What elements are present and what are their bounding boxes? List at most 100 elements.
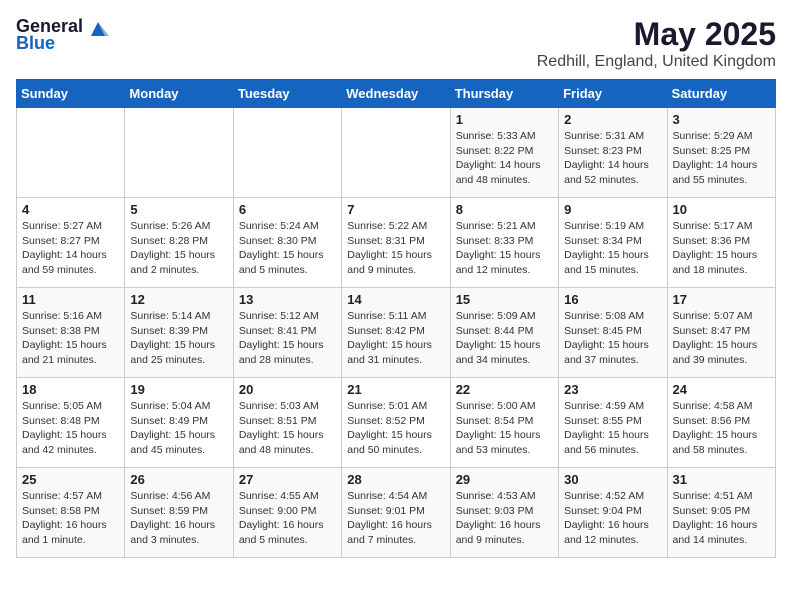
day-info: Sunrise: 5:01 AM Sunset: 8:52 PM Dayligh…	[347, 399, 444, 458]
header-sunday: Sunday	[17, 80, 125, 108]
day-info: Sunrise: 5:29 AM Sunset: 8:25 PM Dayligh…	[673, 129, 770, 188]
calendar-cell: 16 Sunrise: 5:08 AM Sunset: 8:45 PM Dayli…	[559, 288, 667, 378]
calendar-cell: 6 Sunrise: 5:24 AM Sunset: 8:30 PM Daylig…	[233, 198, 341, 288]
calendar-table: SundayMondayTuesdayWednesdayThursdayFrid…	[16, 79, 776, 558]
day-number: 25	[22, 472, 119, 487]
calendar-cell	[17, 108, 125, 198]
header-monday: Monday	[125, 80, 233, 108]
day-info: Sunrise: 4:54 AM Sunset: 9:01 PM Dayligh…	[347, 489, 444, 548]
day-info: Sunrise: 5:21 AM Sunset: 8:33 PM Dayligh…	[456, 219, 553, 278]
day-info: Sunrise: 5:26 AM Sunset: 8:28 PM Dayligh…	[130, 219, 227, 278]
logo-blue-text: Blue	[16, 33, 55, 54]
calendar-cell: 2Sunrise: 5:31 AM Sunset: 8:23 PM Daylig…	[559, 108, 667, 198]
day-number: 3	[673, 112, 770, 127]
calendar-cell: 21Sunrise: 5:01 AM Sunset: 8:52 PM Dayli…	[342, 378, 450, 468]
day-number: 19	[130, 382, 227, 397]
calendar-cell: 7 Sunrise: 5:22 AM Sunset: 8:31 PM Daylig…	[342, 198, 450, 288]
calendar-cell: 4 Sunrise: 5:27 AM Sunset: 8:27 PM Daylig…	[17, 198, 125, 288]
day-info: Sunrise: 4:57 AM Sunset: 8:58 PM Dayligh…	[22, 489, 119, 548]
page-header: General Blue May 2025 Redhill, England, …	[16, 16, 776, 71]
calendar-cell	[125, 108, 233, 198]
day-number: 26	[130, 472, 227, 487]
calendar-cell: 22Sunrise: 5:00 AM Sunset: 8:54 PM Dayli…	[450, 378, 558, 468]
week-row-4: 18 Sunrise: 5:05 AM Sunset: 8:48 PM Dayli…	[17, 378, 776, 468]
calendar-cell: 27 Sunrise: 4:55 AM Sunset: 9:00 PM Dayli…	[233, 468, 341, 558]
week-row-2: 4 Sunrise: 5:27 AM Sunset: 8:27 PM Daylig…	[17, 198, 776, 288]
day-info: Sunrise: 4:53 AM Sunset: 9:03 PM Dayligh…	[456, 489, 553, 548]
week-row-5: 25 Sunrise: 4:57 AM Sunset: 8:58 PM Dayli…	[17, 468, 776, 558]
calendar-cell: 24 Sunrise: 4:58 AM Sunset: 8:56 PM Dayli…	[667, 378, 775, 468]
day-info: Sunrise: 5:03 AM Sunset: 8:51 PM Dayligh…	[239, 399, 336, 458]
day-info: Sunrise: 5:04 AM Sunset: 8:49 PM Dayligh…	[130, 399, 227, 458]
day-number: 18	[22, 382, 119, 397]
day-info: Sunrise: 4:51 AM Sunset: 9:05 PM Dayligh…	[673, 489, 770, 548]
week-row-1: 1 Sunrise: 5:33 AM Sunset: 8:22 PM Daylig…	[17, 108, 776, 198]
calendar-cell: 29 Sunrise: 4:53 AM Sunset: 9:03 PM Dayli…	[450, 468, 558, 558]
day-number: 12	[130, 292, 227, 307]
day-number: 20	[239, 382, 336, 397]
day-info: Sunrise: 5:27 AM Sunset: 8:27 PM Dayligh…	[22, 219, 119, 278]
week-row-3: 11 Sunrise: 5:16 AM Sunset: 8:38 PM Dayli…	[17, 288, 776, 378]
header-thursday: Thursday	[450, 80, 558, 108]
day-number: 30	[564, 472, 661, 487]
day-info: Sunrise: 5:09 AM Sunset: 8:44 PM Dayligh…	[456, 309, 553, 368]
day-info: Sunrise: 5:31 AM Sunset: 8:23 PM Dayligh…	[564, 129, 661, 188]
day-info: Sunrise: 5:05 AM Sunset: 8:48 PM Dayligh…	[22, 399, 119, 458]
day-number: 29	[456, 472, 553, 487]
header-row: SundayMondayTuesdayWednesdayThursdayFrid…	[17, 80, 776, 108]
day-info: Sunrise: 5:33 AM Sunset: 8:22 PM Dayligh…	[456, 129, 553, 188]
header-wednesday: Wednesday	[342, 80, 450, 108]
calendar-cell: 20 Sunrise: 5:03 AM Sunset: 8:51 PM Dayli…	[233, 378, 341, 468]
day-info: Sunrise: 5:22 AM Sunset: 8:31 PM Dayligh…	[347, 219, 444, 278]
day-number: 27	[239, 472, 336, 487]
calendar-cell: 19 Sunrise: 5:04 AM Sunset: 8:49 PM Dayli…	[125, 378, 233, 468]
day-number: 8	[456, 202, 553, 217]
day-number: 17	[673, 292, 770, 307]
calendar-cell: 11 Sunrise: 5:16 AM Sunset: 8:38 PM Dayli…	[17, 288, 125, 378]
day-info: Sunrise: 4:55 AM Sunset: 9:00 PM Dayligh…	[239, 489, 336, 548]
calendar-cell: 28Sunrise: 4:54 AM Sunset: 9:01 PM Dayli…	[342, 468, 450, 558]
month-title: May 2025	[537, 16, 776, 53]
day-number: 16	[564, 292, 661, 307]
day-number: 13	[239, 292, 336, 307]
day-info: Sunrise: 4:52 AM Sunset: 9:04 PM Dayligh…	[564, 489, 661, 548]
calendar-cell: 14Sunrise: 5:11 AM Sunset: 8:42 PM Dayli…	[342, 288, 450, 378]
calendar-cell: 8 Sunrise: 5:21 AM Sunset: 8:33 PM Daylig…	[450, 198, 558, 288]
day-number: 4	[22, 202, 119, 217]
day-number: 24	[673, 382, 770, 397]
header-tuesday: Tuesday	[233, 80, 341, 108]
day-number: 10	[673, 202, 770, 217]
calendar-cell: 18 Sunrise: 5:05 AM Sunset: 8:48 PM Dayli…	[17, 378, 125, 468]
calendar-cell	[233, 108, 341, 198]
day-info: Sunrise: 4:56 AM Sunset: 8:59 PM Dayligh…	[130, 489, 227, 548]
calendar-cell: 31 Sunrise: 4:51 AM Sunset: 9:05 PM Dayli…	[667, 468, 775, 558]
header-friday: Friday	[559, 80, 667, 108]
day-number: 31	[673, 472, 770, 487]
day-info: Sunrise: 5:17 AM Sunset: 8:36 PM Dayligh…	[673, 219, 770, 278]
day-info: Sunrise: 5:00 AM Sunset: 8:54 PM Dayligh…	[456, 399, 553, 458]
calendar-cell: 12Sunrise: 5:14 AM Sunset: 8:39 PM Dayli…	[125, 288, 233, 378]
day-info: Sunrise: 4:58 AM Sunset: 8:56 PM Dayligh…	[673, 399, 770, 458]
calendar-cell: 25 Sunrise: 4:57 AM Sunset: 8:58 PM Dayli…	[17, 468, 125, 558]
location-subtitle: Redhill, England, United Kingdom	[537, 53, 776, 71]
day-info: Sunrise: 5:07 AM Sunset: 8:47 PM Dayligh…	[673, 309, 770, 368]
day-info: Sunrise: 5:16 AM Sunset: 8:38 PM Dayligh…	[22, 309, 119, 368]
calendar-cell	[342, 108, 450, 198]
day-number: 6	[239, 202, 336, 217]
calendar-cell: 30 Sunrise: 4:52 AM Sunset: 9:04 PM Dayli…	[559, 468, 667, 558]
header-saturday: Saturday	[667, 80, 775, 108]
day-info: Sunrise: 5:24 AM Sunset: 8:30 PM Dayligh…	[239, 219, 336, 278]
logo: General Blue	[16, 16, 109, 54]
day-number: 9	[564, 202, 661, 217]
day-info: Sunrise: 5:08 AM Sunset: 8:45 PM Dayligh…	[564, 309, 661, 368]
day-number: 7	[347, 202, 444, 217]
calendar-cell: 23Sunrise: 4:59 AM Sunset: 8:55 PM Dayli…	[559, 378, 667, 468]
title-block: May 2025 Redhill, England, United Kingdo…	[537, 16, 776, 71]
logo-icon	[87, 18, 109, 36]
day-number: 1	[456, 112, 553, 127]
day-number: 5	[130, 202, 227, 217]
calendar-cell: 17 Sunrise: 5:07 AM Sunset: 8:47 PM Dayli…	[667, 288, 775, 378]
calendar-cell: 13Sunrise: 5:12 AM Sunset: 8:41 PM Dayli…	[233, 288, 341, 378]
calendar-cell: 5 Sunrise: 5:26 AM Sunset: 8:28 PM Daylig…	[125, 198, 233, 288]
day-number: 11	[22, 292, 119, 307]
